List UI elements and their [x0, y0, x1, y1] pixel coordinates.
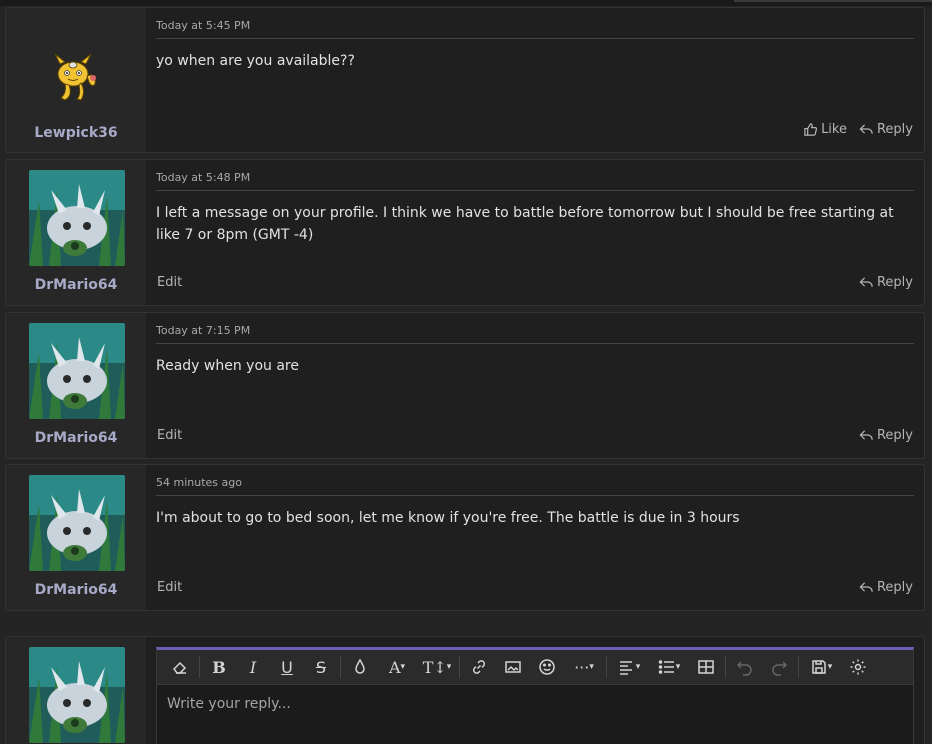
reply-icon [859, 430, 873, 440]
reply-label: Reply [876, 122, 913, 137]
message-footer: Edit Reply [156, 580, 914, 596]
edit-link[interactable]: Edit [157, 580, 182, 595]
link-icon[interactable] [462, 652, 496, 682]
italic-icon[interactable]: I [236, 652, 270, 682]
toolbar-separator [340, 656, 341, 678]
divider [156, 495, 914, 496]
list-icon[interactable]: ▾ [649, 652, 689, 682]
reply-button[interactable]: Reply [859, 580, 913, 595]
message-body: Ready when you are [156, 358, 299, 374]
message-footer: Edit Reply [156, 275, 914, 291]
message-user-column: Lewpick36 [6, 8, 146, 152]
redo-icon[interactable] [762, 652, 796, 682]
message-date[interactable]: 54 minutes ago [156, 476, 242, 489]
align-icon[interactable]: ▾ [609, 652, 649, 682]
message-date[interactable]: Today at 5:45 PM [156, 19, 250, 32]
message-body: I'm about to go to bed soon, let me know… [156, 510, 740, 526]
message-user-column: DrMario64 [6, 313, 146, 458]
message-body: yo when are you available?? [156, 53, 355, 69]
username[interactable]: DrMario64 [6, 277, 146, 293]
message-actions: Reply [859, 580, 913, 595]
avatar[interactable] [29, 647, 125, 743]
message-post: DrMario64 54 minutes ago I'm about to go… [5, 464, 925, 611]
message-post: DrMario64 Today at 7:15 PM Ready when yo… [5, 312, 925, 459]
reply-icon [859, 277, 873, 287]
toolbar-separator [459, 656, 460, 678]
like-button[interactable]: Like [803, 122, 847, 137]
like-label: Like [821, 122, 847, 137]
reply-icon [859, 582, 873, 592]
toolbar-separator [798, 656, 799, 678]
toolbar-separator [199, 656, 200, 678]
divider [156, 190, 914, 191]
image-icon[interactable] [496, 652, 530, 682]
message-body: I left a message on your profile. I thin… [156, 205, 894, 243]
avatar[interactable] [29, 475, 125, 571]
reply-label: Reply [876, 428, 913, 443]
strikethrough-icon[interactable]: S [304, 652, 338, 682]
top-bar-segment [734, 0, 932, 2]
thumbs-up-icon [804, 123, 818, 136]
table-icon[interactable] [689, 652, 723, 682]
drafts-icon[interactable]: ▾ [801, 652, 841, 682]
message-content: Today at 5:45 PM yo when are you availab… [146, 8, 924, 152]
toolbar-separator [725, 656, 726, 678]
message-actions: Like Reply [803, 122, 913, 137]
toolbar-separator [606, 656, 607, 678]
editor-toolbar: B I U S A ▾ T↕ ▾ ··· ▾ ▾ ▾ ▾ [157, 650, 913, 685]
edit-link[interactable]: Edit [157, 275, 182, 290]
emoji-icon[interactable] [530, 652, 564, 682]
reply-button[interactable]: Reply [859, 428, 913, 443]
message-footer: Edit Reply [156, 428, 914, 444]
underline-icon[interactable]: U [270, 652, 304, 682]
reply-label: Reply [876, 580, 913, 595]
reply-button[interactable]: Reply [859, 122, 913, 137]
bold-icon[interactable]: B [202, 652, 236, 682]
quick-reply: B I U S A ▾ T↕ ▾ ··· ▾ ▾ ▾ ▾ Write your rep… [5, 636, 925, 744]
reply-button[interactable]: Reply [859, 275, 913, 290]
message-date[interactable]: Today at 5:48 PM [156, 171, 250, 184]
reply-textarea[interactable]: Write your reply... [157, 685, 913, 723]
message-content: Today at 5:48 PM I left a message on you… [146, 160, 924, 305]
message-content: Today at 7:15 PM Ready when you are Edit… [146, 313, 924, 458]
message-post: DrMario64 Today at 5:48 PM I left a mess… [5, 159, 925, 306]
undo-icon[interactable] [728, 652, 762, 682]
message-footer: Like Reply [156, 122, 914, 138]
message-actions: Reply [859, 428, 913, 443]
font-size-icon[interactable]: T↕ ▾ [417, 652, 457, 682]
message-post: Lewpick36 Today at 5:45 PM yo when are y… [5, 7, 925, 153]
eraser-icon[interactable] [163, 652, 197, 682]
message-content: 54 minutes ago I'm about to go to bed so… [146, 465, 924, 610]
divider [156, 343, 914, 344]
message-user-column: DrMario64 [6, 160, 146, 305]
divider [156, 38, 914, 39]
message-actions: Reply [859, 275, 913, 290]
reply-icon [859, 124, 873, 134]
avatar[interactable] [51, 50, 99, 102]
username[interactable]: DrMario64 [6, 430, 146, 446]
username[interactable]: DrMario64 [6, 582, 146, 598]
avatar[interactable] [29, 170, 125, 266]
text-color-icon[interactable] [343, 652, 377, 682]
reply-label: Reply [876, 275, 913, 290]
message-user-column [6, 637, 146, 744]
username[interactable]: Lewpick36 [6, 125, 146, 141]
edit-link[interactable]: Edit [157, 428, 182, 443]
avatar[interactable] [29, 323, 125, 419]
reply-editor: B I U S A ▾ T↕ ▾ ··· ▾ ▾ ▾ ▾ Write your rep… [156, 647, 914, 744]
more-icon[interactable]: ··· ▾ [564, 652, 604, 682]
message-date[interactable]: Today at 7:15 PM [156, 324, 250, 337]
message-user-column: DrMario64 [6, 465, 146, 610]
font-family-icon[interactable]: A ▾ [377, 652, 417, 682]
settings-icon[interactable] [841, 652, 875, 682]
page-top-bar [0, 0, 932, 6]
